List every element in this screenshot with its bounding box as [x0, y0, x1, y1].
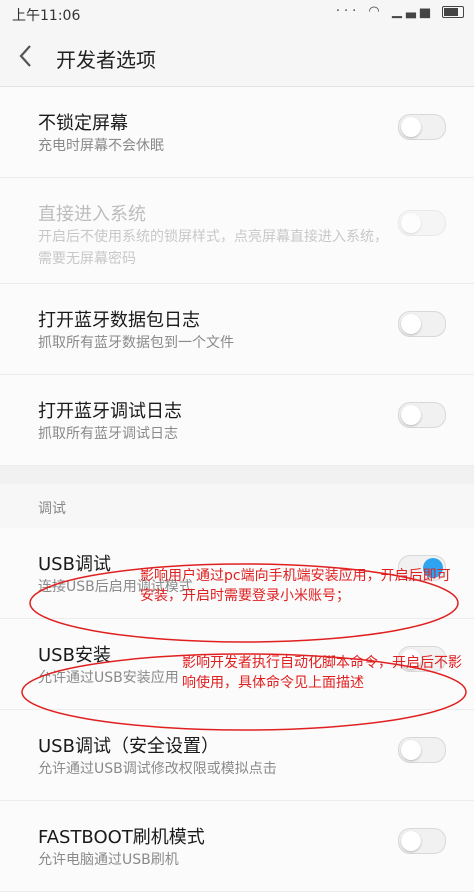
setting-title: USB安装: [38, 645, 111, 666]
toggle-knob: [401, 740, 421, 760]
chevron-left-icon[interactable]: [18, 42, 44, 72]
setting-subtitle: 允许通过USB调试修改权限或模拟点击: [38, 761, 277, 777]
signal-icon: ▁▃▅: [391, 4, 434, 19]
more-icon: ···: [335, 4, 361, 19]
section-divider: [0, 466, 474, 484]
setting-row-usb-debug-secure[interactable]: USB调试（安全设置） 允许通过USB调试修改权限或模拟点击: [0, 710, 474, 801]
setting-title: FASTBOOT刷机模式: [38, 827, 205, 848]
setting-row-fastboot[interactable]: FASTBOOT刷机模式 允许电脑通过USB刷机: [0, 801, 474, 892]
toggle-knob: [401, 314, 421, 334]
setting-row-bt-debug-log[interactable]: 打开蓝牙调试日志 抓取所有蓝牙调试日志: [0, 375, 474, 466]
setting-title: USB调试（安全设置）: [38, 736, 219, 757]
setting-subtitle: 允许电脑通过USB刷机: [38, 852, 179, 868]
toggle-switch[interactable]: [398, 402, 446, 428]
setting-subtitle: 开启后不使用系统的锁屏样式，点亮屏幕直接进入系统，需要无屏幕密码: [38, 229, 388, 267]
status-bar: 上午11:06 ··· ◠ ▁▃▅: [0, 0, 474, 28]
setting-row-bt-packet-log[interactable]: 打开蓝牙数据包日志 抓取所有蓝牙数据包到一个文件: [0, 284, 474, 375]
setting-subtitle: 抓取所有蓝牙数据包到一个文件: [38, 335, 234, 351]
setting-title: 不锁定屏幕: [38, 113, 128, 134]
annotation-text-usb-secure: 影响开发者执行自动化脚本命令，开启后不影响使用，具体命令见上面描述: [182, 655, 462, 691]
setting-row-no-lock-screen[interactable]: 不锁定屏幕 充电时屏幕不会休眠: [0, 87, 474, 178]
page-title: 开发者选项: [56, 48, 156, 72]
setting-title: USB调试: [38, 554, 111, 575]
annotation-text-usb-install: 影响用户通过pc端向手机端安装应用，开启后即可安装，开启时需要登录小米账号；: [140, 568, 451, 604]
setting-title: 打开蓝牙调试日志: [38, 401, 182, 422]
wifi-icon: ◠: [368, 4, 384, 19]
toggle-switch[interactable]: [398, 737, 446, 763]
toggle-knob: [401, 117, 421, 137]
toggle-knob: [401, 213, 421, 233]
toggle-switch[interactable]: [398, 311, 446, 337]
battery-icon: [442, 5, 464, 18]
back-arrow-icon: [19, 45, 31, 67]
setting-title: 打开蓝牙数据包日志: [38, 310, 200, 331]
toggle-switch[interactable]: [398, 828, 446, 854]
section-label: 调试: [38, 501, 66, 517]
title-bar: 开发者选项: [0, 28, 474, 87]
toggle-switch[interactable]: [398, 114, 446, 140]
status-time: 上午11:06: [12, 8, 81, 24]
settings-list: 不锁定屏幕 充电时屏幕不会休眠 直接进入系统 开启后不使用系统的锁屏样式，点亮屏…: [0, 87, 474, 892]
setting-title: 直接进入系统: [38, 204, 146, 225]
status-icons: ··· ◠ ▁▃▅: [336, 4, 464, 19]
toggle-knob: [401, 831, 421, 851]
toggle-knob: [401, 405, 421, 425]
setting-row-direct-enter-system: 直接进入系统 开启后不使用系统的锁屏样式，点亮屏幕直接进入系统，需要无屏幕密码: [0, 178, 474, 284]
setting-subtitle: 充电时屏幕不会休眠: [38, 138, 164, 154]
section-header-debug: 调试: [0, 484, 474, 528]
toggle-switch: [398, 210, 446, 236]
setting-subtitle: 抓取所有蓝牙调试日志: [38, 426, 178, 442]
